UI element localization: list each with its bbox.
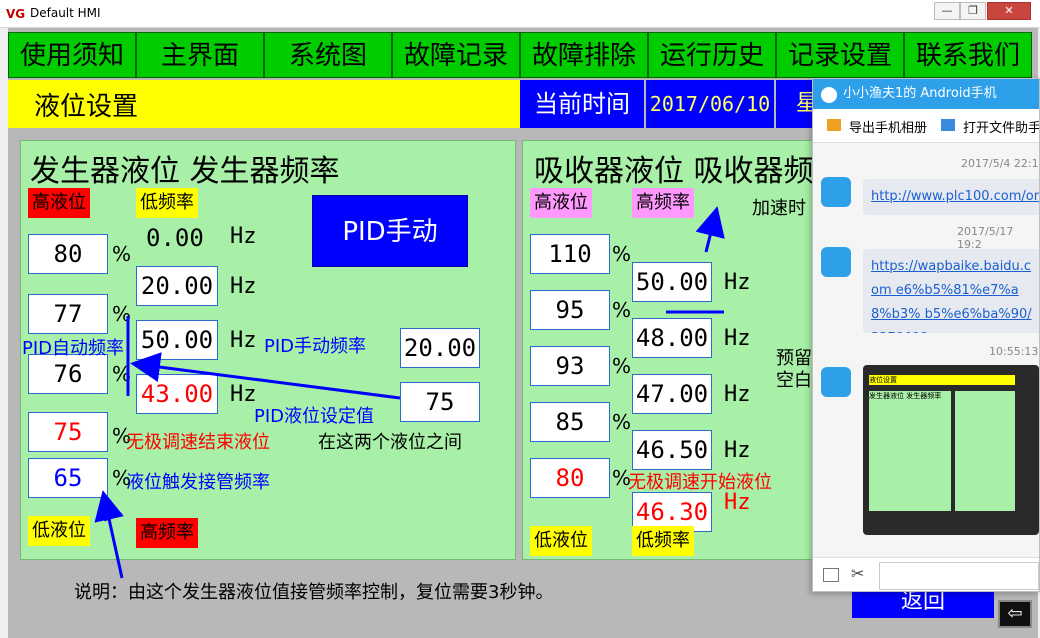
scissors-icon[interactable]: ✂ bbox=[851, 564, 864, 583]
gen-level-77[interactable]: 77 bbox=[28, 294, 108, 334]
abs-level-110[interactable]: 110 bbox=[530, 234, 610, 274]
nav-main[interactable]: 主界面 bbox=[136, 32, 264, 78]
thumb-panel-right bbox=[955, 391, 1015, 511]
hz-unit: Hz bbox=[724, 438, 751, 463]
abs-level-95[interactable]: 95 bbox=[530, 290, 610, 330]
photo-icon bbox=[827, 119, 841, 131]
gen-level-65[interactable]: 65 bbox=[28, 458, 108, 498]
chat-text-input[interactable] bbox=[879, 562, 1039, 590]
absorber-panel-title: 吸收器液位 吸收器频率 bbox=[534, 154, 812, 189]
phone-avatar bbox=[821, 177, 851, 207]
abs-high-level-label: 高液位 bbox=[530, 188, 592, 218]
folder-icon[interactable] bbox=[823, 568, 839, 582]
hz-unit: Hz bbox=[724, 270, 751, 295]
gen-freq-readout: 0.00 bbox=[146, 224, 204, 252]
pct-unit: % bbox=[612, 298, 632, 322]
folder-icon bbox=[941, 119, 955, 131]
export-album-button[interactable]: 导出手机相册 bbox=[849, 117, 927, 136]
abs-level-80[interactable]: 80 bbox=[530, 458, 610, 498]
nav-record-settings[interactable]: 记录设置 bbox=[776, 32, 904, 78]
nav-usage-notes[interactable]: 使用须知 bbox=[8, 32, 136, 78]
hz-unit: Hz bbox=[230, 382, 257, 407]
gen-low-freq-label: 低频率 bbox=[136, 188, 198, 218]
maximize-button[interactable]: ❐ bbox=[960, 2, 986, 20]
chat-title: 小小渔夫1的 Android手机 bbox=[813, 79, 1039, 109]
nav-fault-log[interactable]: 故障记录 bbox=[392, 32, 520, 78]
pct-unit: % bbox=[612, 410, 632, 434]
pid-manual-button[interactable]: PID手动 bbox=[312, 195, 468, 267]
pid-level-setpoint-input[interactable]: 75 bbox=[400, 382, 480, 422]
between-levels-note: 在这两个液位之间 bbox=[318, 432, 462, 453]
abs-level-93[interactable]: 93 bbox=[530, 346, 610, 386]
hz-unit: Hz bbox=[230, 328, 257, 353]
pct-unit: % bbox=[612, 354, 632, 378]
gen-high-level-label: 高液位 bbox=[28, 188, 90, 218]
window-titlebar: VG Default HMI — ❐ ✕ bbox=[0, 0, 1040, 28]
pid-level-setpoint-label: PID液位设定值 bbox=[254, 406, 375, 427]
msg-link[interactable]: http://www.plc100.com/om bbox=[863, 179, 1039, 215]
back-arrow-icon[interactable]: ⇦ bbox=[998, 600, 1032, 628]
current-weekday: 星 bbox=[776, 80, 818, 128]
page-title: 液位设置 bbox=[34, 92, 139, 122]
open-file-helper-button[interactable]: 打开文件助手 bbox=[963, 117, 1039, 136]
pct-unit: % bbox=[612, 242, 632, 266]
nav-system-diagram[interactable]: 系统图 bbox=[264, 32, 392, 78]
qq-penguin-icon bbox=[821, 87, 837, 103]
pct-unit: % bbox=[112, 302, 132, 326]
close-button[interactable]: ✕ bbox=[987, 2, 1031, 20]
abs-low-freq-label: 低频率 bbox=[632, 526, 694, 556]
chat-input-bar: ✂ bbox=[813, 557, 1039, 591]
msg-time: 10:55:13 bbox=[989, 345, 1039, 358]
pid-manual-freq-label: PID手动频率 bbox=[264, 336, 367, 357]
gen-high-freq-label: 高频率 bbox=[136, 518, 198, 548]
gen-freq-50[interactable]: 50.00 bbox=[136, 320, 218, 360]
gen-level-80[interactable]: 80 bbox=[28, 234, 108, 274]
msg-time: 2017/5/17 19:2 bbox=[957, 225, 1014, 251]
pid-auto-freq-note: PID自动频率 bbox=[22, 338, 125, 359]
abs-level-85[interactable]: 85 bbox=[530, 402, 610, 442]
nav-contact[interactable]: 联系我们 bbox=[904, 32, 1032, 78]
hz-unit: Hz bbox=[230, 274, 257, 299]
gen-freq-20[interactable]: 20.00 bbox=[136, 266, 218, 306]
abs-freq-48[interactable]: 48.00 bbox=[632, 318, 712, 358]
hz-unit: Hz bbox=[724, 382, 751, 407]
abs-freq-46-5[interactable]: 46.50 bbox=[632, 430, 712, 470]
hz-unit: Hz bbox=[724, 326, 751, 351]
abs-freq-50[interactable]: 50.00 bbox=[632, 262, 712, 302]
gen-freq-43[interactable]: 43.00 bbox=[136, 374, 218, 414]
nav-run-history[interactable]: 运行历史 bbox=[648, 32, 776, 78]
chat-toolbar: 导出手机相册 打开文件助手 bbox=[813, 109, 1039, 143]
pct-unit: % bbox=[112, 362, 132, 386]
abs-low-level-label: 低液位 bbox=[530, 526, 592, 556]
current-date: 2017/06/10 bbox=[646, 80, 774, 128]
abs-high-freq-label: 高频率 bbox=[632, 188, 694, 218]
minimize-button[interactable]: — bbox=[934, 2, 960, 20]
abs-freq-47[interactable]: 47.00 bbox=[632, 374, 712, 414]
trigger-freq-note: 液位触发接管频率 bbox=[126, 472, 270, 493]
phone-avatar bbox=[821, 367, 851, 397]
nav-troubleshoot[interactable]: 故障排除 bbox=[520, 32, 648, 78]
thumb-title: 液位设置 bbox=[869, 375, 1015, 385]
time-label: 当前时间 bbox=[520, 80, 644, 128]
stepless-start-level-note: 无极调速开始液位 bbox=[628, 472, 772, 493]
hz-unit: Hz bbox=[230, 224, 257, 249]
stepless-end-level-note: 无极调速结束液位 bbox=[126, 432, 270, 453]
gen-low-level-label: 低液位 bbox=[28, 516, 90, 546]
thumb-panel: 发生器液位 发生器频率 bbox=[869, 391, 951, 511]
msg-time: 2017/5/4 22:1 bbox=[961, 157, 1039, 170]
msg-link[interactable]: https://wapbaike.baidu.com e6%b5%81%e7%a… bbox=[863, 249, 1039, 333]
accel-note: 加速时 bbox=[752, 198, 806, 219]
screenshot-thumbnail[interactable]: 液位设置 发生器液位 发生器频率 bbox=[863, 365, 1039, 535]
window-title: Default HMI bbox=[30, 6, 101, 20]
generator-panel-title: 发生器液位 发生器频率 bbox=[30, 154, 340, 189]
chat-window[interactable]: 小小渔夫1的 Android手机 导出手机相册 打开文件助手 2017/5/4 … bbox=[812, 78, 1040, 592]
gen-level-75[interactable]: 75 bbox=[28, 412, 108, 452]
blank-note: 空白 bbox=[776, 370, 812, 391]
footer-note: 说明：由这个发生器液位值接管频率控制，复位需要3秒钟。 bbox=[74, 582, 554, 603]
phone-avatar bbox=[821, 247, 851, 277]
pid-manual-freq-input[interactable]: 20.00 bbox=[400, 328, 480, 368]
pct-unit: % bbox=[112, 242, 132, 266]
gen-level-76[interactable]: 76 bbox=[28, 354, 108, 394]
app-logo-icon: VG bbox=[6, 7, 26, 21]
